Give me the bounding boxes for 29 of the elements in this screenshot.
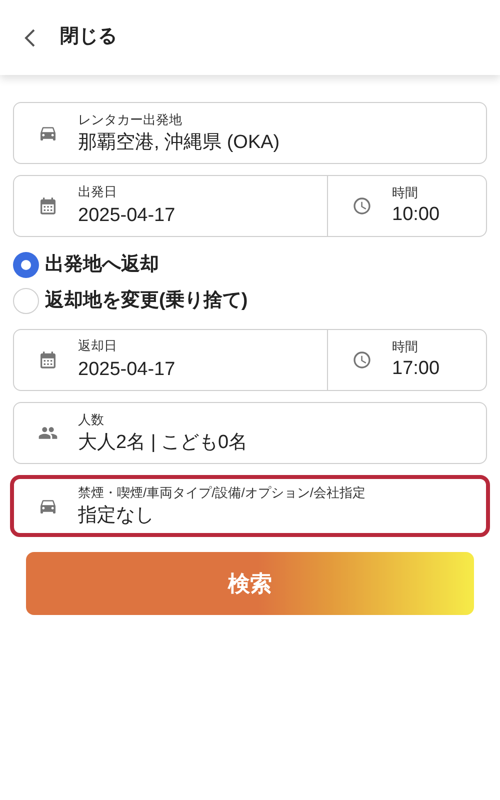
date-time-field[interactable]: 出発日 2025-04-17 時間 10:00	[13, 175, 487, 237]
clock-icon	[352, 350, 372, 370]
field-value: 那覇空港, 沖縄県 (OKA)	[78, 131, 280, 155]
field-label: 時間	[392, 185, 419, 201]
field-value: 指定なし	[78, 504, 155, 528]
field-label: 返却日	[78, 338, 118, 354]
calendar-icon	[38, 196, 58, 216]
back-icon[interactable]	[24, 28, 36, 48]
field-label: 禁煙・喫煙/車両タイプ/設備/オプション/会社指定	[78, 484, 366, 502]
field-value: 大人2名 | こども0名	[78, 431, 248, 455]
return-radio-option[interactable]: 出発地へ返却	[13, 252, 487, 278]
close-title[interactable]: 閉じる	[60, 23, 117, 52]
field-value: 10:00	[392, 203, 440, 227]
field-label: レンタカー出発地	[78, 111, 183, 129]
field-value: 2025-04-17	[78, 204, 176, 228]
radio-button[interactable]	[13, 252, 39, 278]
return-radio-option[interactable]: 返却地を変更(乗り捨て)	[13, 288, 487, 314]
field-label: 時間	[392, 339, 419, 355]
field-value: 2025-04-17	[78, 358, 176, 382]
input-field[interactable]: 人数 大人2名 | こども0名	[13, 402, 487, 464]
date-time-field[interactable]: 返却日 2025-04-17 時間 17:00	[13, 329, 487, 391]
input-field[interactable]: 禁煙・喫煙/車両タイプ/設備/オプション/会社指定 指定なし	[10, 475, 490, 537]
clock-icon	[352, 196, 372, 216]
field-label: 人数	[78, 411, 105, 429]
input-field[interactable]: レンタカー出発地 那覇空港, 沖縄県 (OKA)	[13, 102, 487, 164]
calendar-icon	[38, 350, 58, 370]
radio-button[interactable]	[13, 288, 39, 314]
field-label: 出発日	[78, 184, 118, 200]
field-value: 17:00	[392, 357, 440, 381]
